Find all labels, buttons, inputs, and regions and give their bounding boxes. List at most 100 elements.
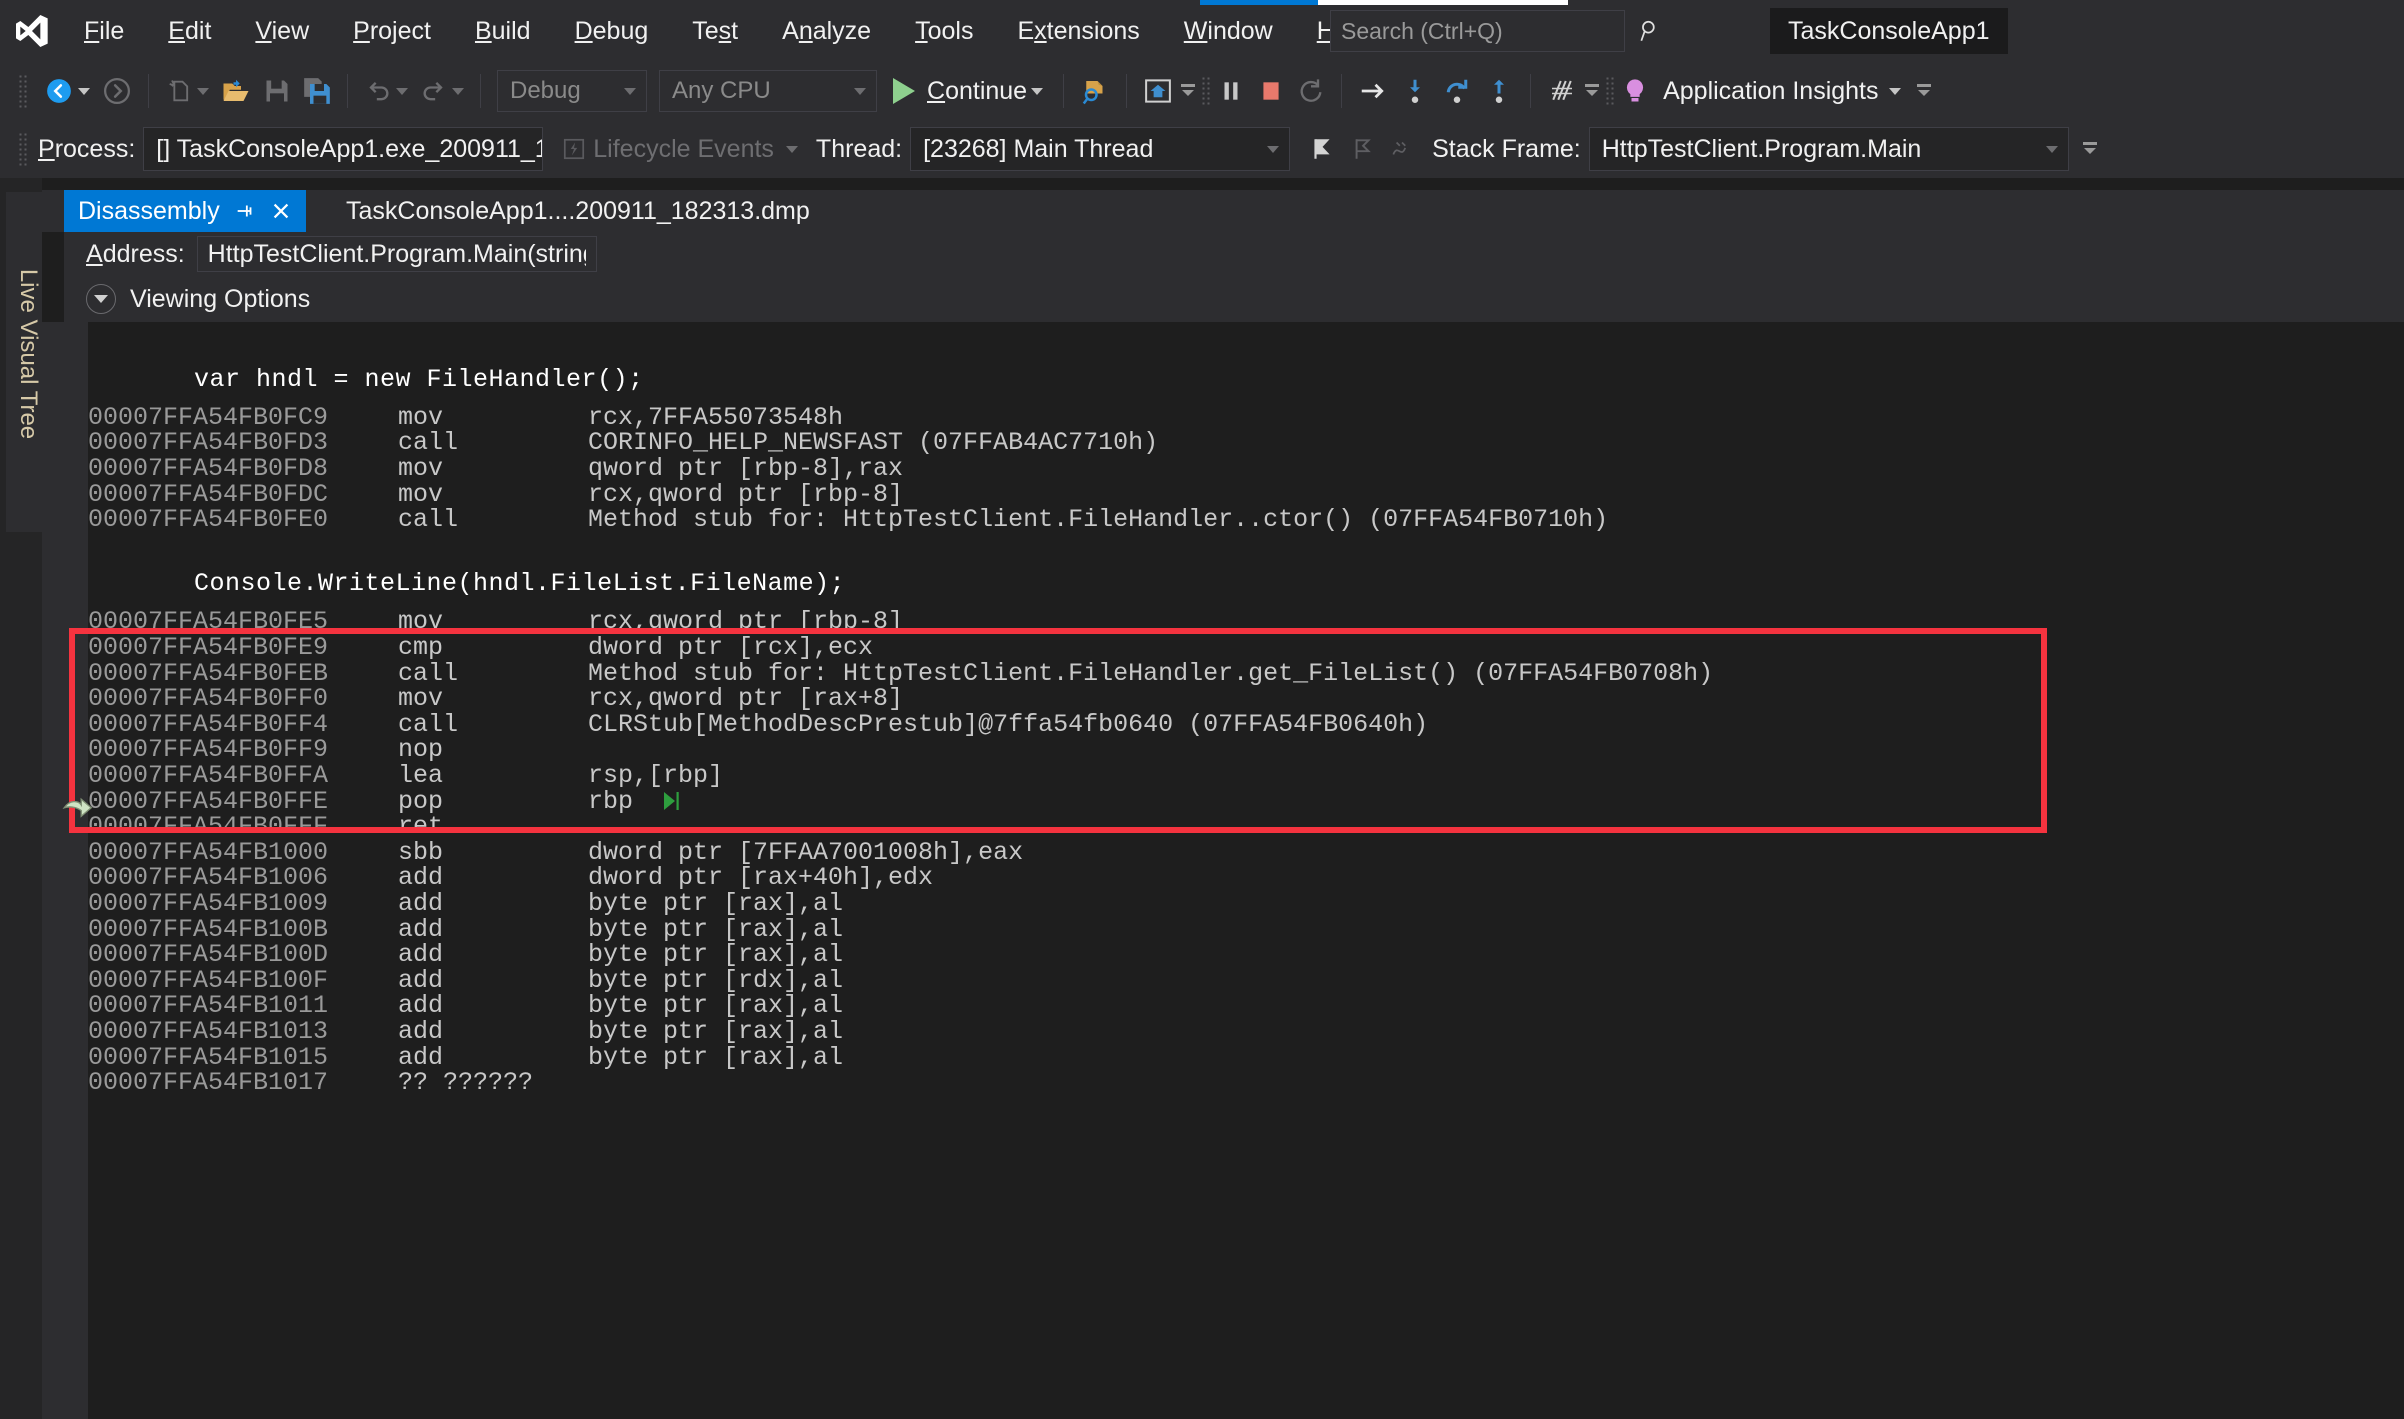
close-icon[interactable] (270, 200, 292, 222)
process-combo[interactable]: [] TaskConsoleApp1.exe_200911_1 (143, 127, 544, 171)
disassembly-line[interactable]: 00007FFA54FB100F add byte ptr [rdx],al (88, 966, 2404, 995)
solution-platform-combo[interactable]: Any CPU (659, 70, 877, 112)
menu-item-edit[interactable]: Edit (146, 0, 233, 62)
instruction-address: 00007FFA54FB0FE0 (88, 505, 329, 535)
menu-item-project[interactable]: Project (331, 0, 453, 62)
source-code-line[interactable]: var hndl = new FileHandler(); (88, 354, 2404, 405)
parallel-watch-icon[interactable] (1382, 126, 1422, 172)
chevron-down-icon[interactable] (1888, 87, 1901, 95)
new-item-icon[interactable] (159, 68, 215, 114)
chevron-down-icon[interactable] (86, 284, 116, 314)
search-input[interactable] (1341, 17, 1637, 45)
tab-disassembly[interactable]: Disassembly (64, 190, 306, 232)
live-visual-tree-label: Live Visual Tree (15, 268, 42, 440)
undo-icon[interactable] (358, 68, 414, 114)
disassembly-line[interactable]: 00007FFA54FB0FFE pop rbp (88, 787, 2404, 816)
toolbar-grip[interactable] (18, 74, 28, 108)
navigate-back-icon[interactable] (38, 68, 96, 114)
lifecycle-events-label: Lifecycle Events (593, 134, 774, 163)
address-input[interactable] (196, 236, 597, 272)
disassembly-line[interactable]: 00007FFA54FB100B add byte ptr [rax],al (88, 915, 2404, 944)
step-out-icon[interactable] (1478, 68, 1520, 114)
chevron-down-icon (624, 87, 636, 95)
menu-item-view[interactable]: View (233, 0, 331, 62)
stop-debugging-icon[interactable] (1251, 68, 1291, 114)
step-into-icon[interactable] (1394, 68, 1436, 114)
restart-icon[interactable] (1291, 68, 1331, 114)
flag-filled-icon[interactable] (1302, 126, 1342, 172)
continue-button[interactable]: Continue (883, 77, 1053, 106)
editor-gutter[interactable] (42, 322, 88, 1419)
step-over-icon[interactable] (1436, 68, 1478, 114)
disassembly-line[interactable]: 00007FFA54FB1013 add byte ptr [rax],al (88, 1017, 2404, 1046)
disassembly-line[interactable]: 00007FFA54FB100D add byte ptr [rax],al (88, 940, 2404, 969)
disassembly-line[interactable]: 00007FFA54FB0FEB call Method stub for: Htt… (88, 659, 2404, 688)
thread-label: Thread: (815, 134, 903, 163)
disassembly-line[interactable]: 00007FFA54FB0FE5 mov rcx,qword ptr [rbp-8] (88, 607, 2404, 636)
disassembly-line[interactable]: 00007FFA54FB0FD3 call CORINFO_HELP_NEWSFAS… (88, 428, 2404, 457)
toolbar-grip[interactable] (18, 132, 28, 166)
disassembly-line[interactable]: 00007FFA54FB1017 ?? ?????? (88, 1068, 2404, 1097)
pin-icon[interactable] (234, 200, 256, 222)
disassembly-line[interactable]: 00007FFA54FB0FD8 mov qword ptr [rbp-8],rax (88, 454, 2404, 483)
attach-to-process-icon[interactable] (1074, 68, 1116, 114)
save-all-icon[interactable] (297, 68, 337, 114)
disassembly-line[interactable]: 00007FFA54FB0FFF ret (88, 812, 2404, 841)
break-all-icon[interactable] (1211, 68, 1251, 114)
thread-markers-icon[interactable] (1541, 68, 1583, 114)
show-next-statement-icon[interactable] (1352, 68, 1394, 114)
disassembly-line[interactable]: 00007FFA54FB1011 add byte ptr [rax],al (88, 991, 2404, 1020)
search-icon[interactable] (1637, 18, 1663, 44)
disassembly-line[interactable]: 00007FFA54FB0FF9 nop (88, 735, 2404, 764)
disassembly-line[interactable]: 00007FFA54FB0FE0 call Method stub for: Htt… (88, 505, 2404, 535)
disassembly-line[interactable]: 00007FFA54FB0FFA lea rsp,[rbp] (88, 761, 2404, 790)
live-visual-tree-tab[interactable]: Live Visual Tree (6, 192, 42, 532)
stack-frame-combo[interactable]: HttpTestClient.Program.Main (1588, 127, 2069, 171)
play-icon (893, 78, 915, 104)
menu-item-analyze[interactable]: Analyze (760, 0, 893, 62)
toolbar-separator (480, 74, 481, 108)
chevron-down-icon[interactable] (1031, 87, 1044, 95)
viewing-options-expander[interactable]: Viewing Options (64, 276, 2404, 322)
disassembly-line[interactable]: 00007FFA54FB0FF0 mov rcx,qword ptr [rax+8] (88, 684, 2404, 713)
solution-configuration-combo[interactable]: Debug (497, 70, 647, 112)
menu-item-tools[interactable]: Tools (893, 0, 995, 62)
flag-clear-icon[interactable] (1342, 126, 1382, 172)
application-insights-label[interactable]: Application Insights (1663, 77, 1878, 106)
save-icon[interactable] (257, 68, 297, 114)
menu-item-file[interactable]: File (62, 0, 146, 62)
menu-item-build[interactable]: Build (453, 0, 553, 62)
menu-item-window[interactable]: Window (1162, 0, 1295, 62)
disassembly-line[interactable]: 00007FFA54FB0FDC mov rcx,qword ptr [rbp-8] (88, 480, 2404, 509)
lightbulb-icon[interactable] (1615, 68, 1655, 114)
thread-value: [23268] Main Thread (923, 134, 1154, 163)
disassembly-line[interactable]: 00007FFA54FB1006 add dword ptr [rax+40h],e… (88, 863, 2404, 892)
menu-item-test[interactable]: Test (670, 0, 760, 62)
disassembly-line[interactable]: 00007FFA54FB0FF4 call CLRStub[MethodDescPr… (88, 710, 2404, 739)
toolbar-grip[interactable] (1201, 76, 1212, 106)
thread-combo[interactable]: [23268] Main Thread (910, 127, 1291, 171)
navigate-forward-icon[interactable] (96, 68, 138, 114)
menu-item-extensions[interactable]: Extensions (995, 0, 1161, 62)
disassembly-line[interactable]: 00007FFA54FB0FE9 cmp dword ptr [rcx],ecx (88, 633, 2404, 662)
menu-bar: File Edit View Project Build Debug Test Analyze… (0, 0, 2404, 62)
home-window-icon[interactable] (1137, 68, 1179, 114)
chevron-down-icon[interactable] (785, 145, 798, 153)
toolbar-overflow-caret[interactable] (1181, 83, 1196, 99)
toolbar-overflow-caret[interactable] (1916, 83, 1931, 99)
open-file-icon[interactable] (215, 68, 257, 114)
disassembly-line[interactable]: 00007FFA54FB1015 add byte ptr [rax],al (88, 1043, 2404, 1072)
source-code-line[interactable]: Console.WriteLine(hndl.FileList.FileName… (88, 558, 2404, 609)
redo-icon[interactable] (414, 68, 470, 114)
disassembly-line[interactable]: 00007FFA54FB1009 add byte ptr [rax],al (88, 889, 2404, 918)
disassembly-line[interactable]: 00007FFA54FB1000 sbb dword ptr [7FFAA70010… (88, 838, 2404, 867)
tab-dump-file[interactable]: TaskConsoleApp1....200911_182313.dmp (332, 190, 824, 232)
menu-item-debug[interactable]: Debug (553, 0, 671, 62)
current-statement-arrow-icon (60, 795, 94, 829)
disassembly-code-view[interactable]: var hndl = new FileHandler(); 00007FFA54F… (88, 322, 2404, 1419)
toolbar-grip[interactable] (1605, 76, 1616, 106)
disassembly-line[interactable]: 00007FFA54FB0FC9 mov rcx,7FFA55073548h (88, 403, 2404, 432)
toolbar-overflow-caret[interactable] (1585, 83, 1600, 99)
toolbar-overflow-caret[interactable] (2082, 141, 2097, 157)
search-box[interactable] (1330, 10, 1655, 52)
